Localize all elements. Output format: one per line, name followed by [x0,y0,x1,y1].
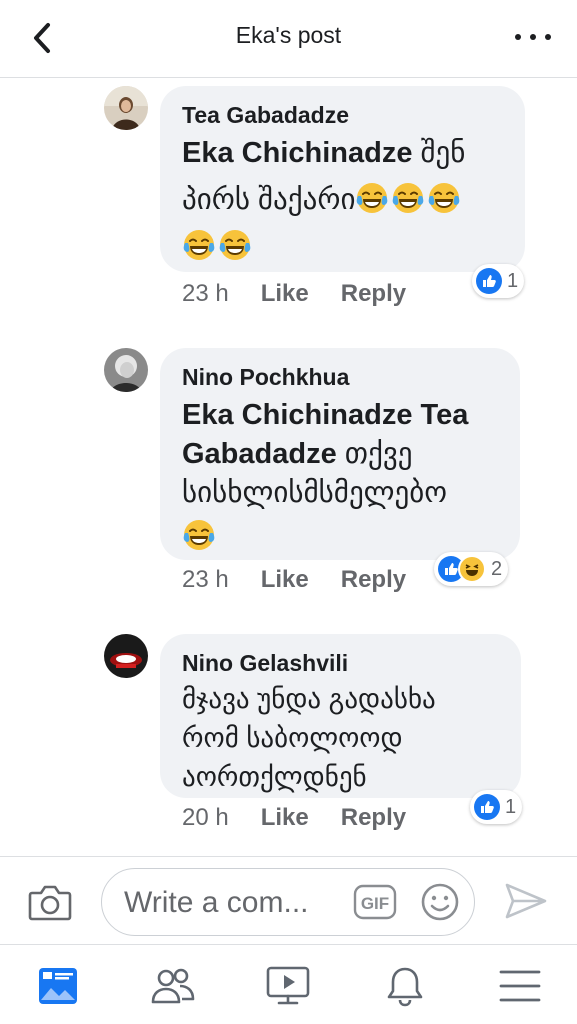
tears-of-joy-emoji-icon [427,181,461,215]
emoji-button[interactable] [420,882,460,922]
like-button[interactable]: Like [261,804,309,832]
like-reaction-icon [476,268,502,294]
reaction-count: 1 [507,269,519,292]
reply-button[interactable]: Reply [341,804,406,832]
reaction-count: 2 [491,557,503,580]
comment-author[interactable]: Nino Gelashvili [182,648,499,678]
more-options-button[interactable] [515,26,551,48]
comment-input[interactable] [124,883,339,923]
comment-actions: 23 h Like Reply [182,280,406,308]
tears-of-joy-emoji-icon [391,181,425,215]
friends-icon [151,968,195,1004]
nav-news-feed[interactable] [35,963,81,1009]
comment-bubble: Tea Gabadadze Eka Chichinadze შენ პირს შ… [160,86,525,272]
comment-author[interactable]: Nino Pochkhua [182,362,498,392]
mention-link[interactable]: Eka Chichinadze Tea Gabadadze [182,399,468,470]
comment-timestamp[interactable]: 23 h [182,566,229,594]
emoji-group [355,181,463,216]
camera-icon [28,885,72,921]
like-reaction-icon [474,794,500,820]
more-dot [545,34,551,40]
comment-text: Eka Chichinadze შენ პირს შაქარი [182,130,503,271]
send-button[interactable] [504,881,548,921]
gif-button[interactable]: GIF [353,884,397,920]
avatar[interactable] [104,86,148,130]
comment-body: მჯავა უნდა გადასხა რომ საბოლოოდ აორთქლდნ… [182,684,436,792]
page-title: Eka's post [235,22,342,48]
nav-notifications[interactable] [382,963,428,1009]
svg-text:GIF: GIF [361,894,389,913]
mention-link[interactable]: Eka Chichinadze [182,137,412,169]
reply-button[interactable]: Reply [341,566,406,594]
comment-bubble: Nino Pochkhua Eka Chichinadze Tea Gabada… [160,348,520,560]
nav-watch[interactable] [265,963,311,1009]
tears-of-joy-emoji-icon [218,228,252,262]
tears-of-joy-emoji-icon [182,518,216,552]
emoji-group [182,518,218,553]
top-bar: Eka's post [0,0,577,78]
avatar[interactable] [104,348,148,392]
nav-menu[interactable] [497,963,543,1009]
emoji-group [182,228,254,263]
send-icon [505,883,547,919]
news-feed-icon [39,968,77,1004]
menu-icon [499,970,541,1002]
nav-friends[interactable] [150,963,196,1009]
more-dot [530,34,536,40]
watch-icon [266,966,310,1005]
reaction-count: 1 [505,795,517,818]
avatar[interactable] [104,634,148,678]
reaction-summary[interactable]: 1 [472,264,525,298]
gif-icon: GIF [353,884,397,920]
notifications-icon [387,967,423,1007]
comment-timestamp[interactable]: 20 h [182,804,229,832]
comment-composer: GIF [0,856,577,944]
comment-actions: 20 h Like Reply [182,804,406,832]
more-dot [515,34,521,40]
comment-text: Eka Chichinadze Tea Gabadadze თქვე სისხლ… [182,396,498,561]
bottom-navigation [0,944,577,1024]
comment-bubble: Nino Gelashvili მჯავა უნდა გადასხა რომ ს… [160,634,521,798]
comment-timestamp[interactable]: 23 h [182,280,229,308]
reply-button[interactable]: Reply [341,280,406,308]
reaction-summary[interactable]: 2 [434,552,509,586]
comment-author[interactable]: Tea Gabadadze [182,100,503,130]
comment-actions: 23 h Like Reply [182,566,406,594]
like-button[interactable]: Like [261,566,309,594]
camera-button[interactable] [28,883,72,921]
tears-of-joy-emoji-icon [355,181,389,215]
like-button[interactable]: Like [261,280,309,308]
smiley-icon [421,883,459,921]
comment-input-box[interactable]: GIF [101,868,475,936]
haha-reaction-icon [458,555,486,583]
tears-of-joy-emoji-icon [182,228,216,262]
reaction-summary[interactable]: 1 [470,790,523,824]
